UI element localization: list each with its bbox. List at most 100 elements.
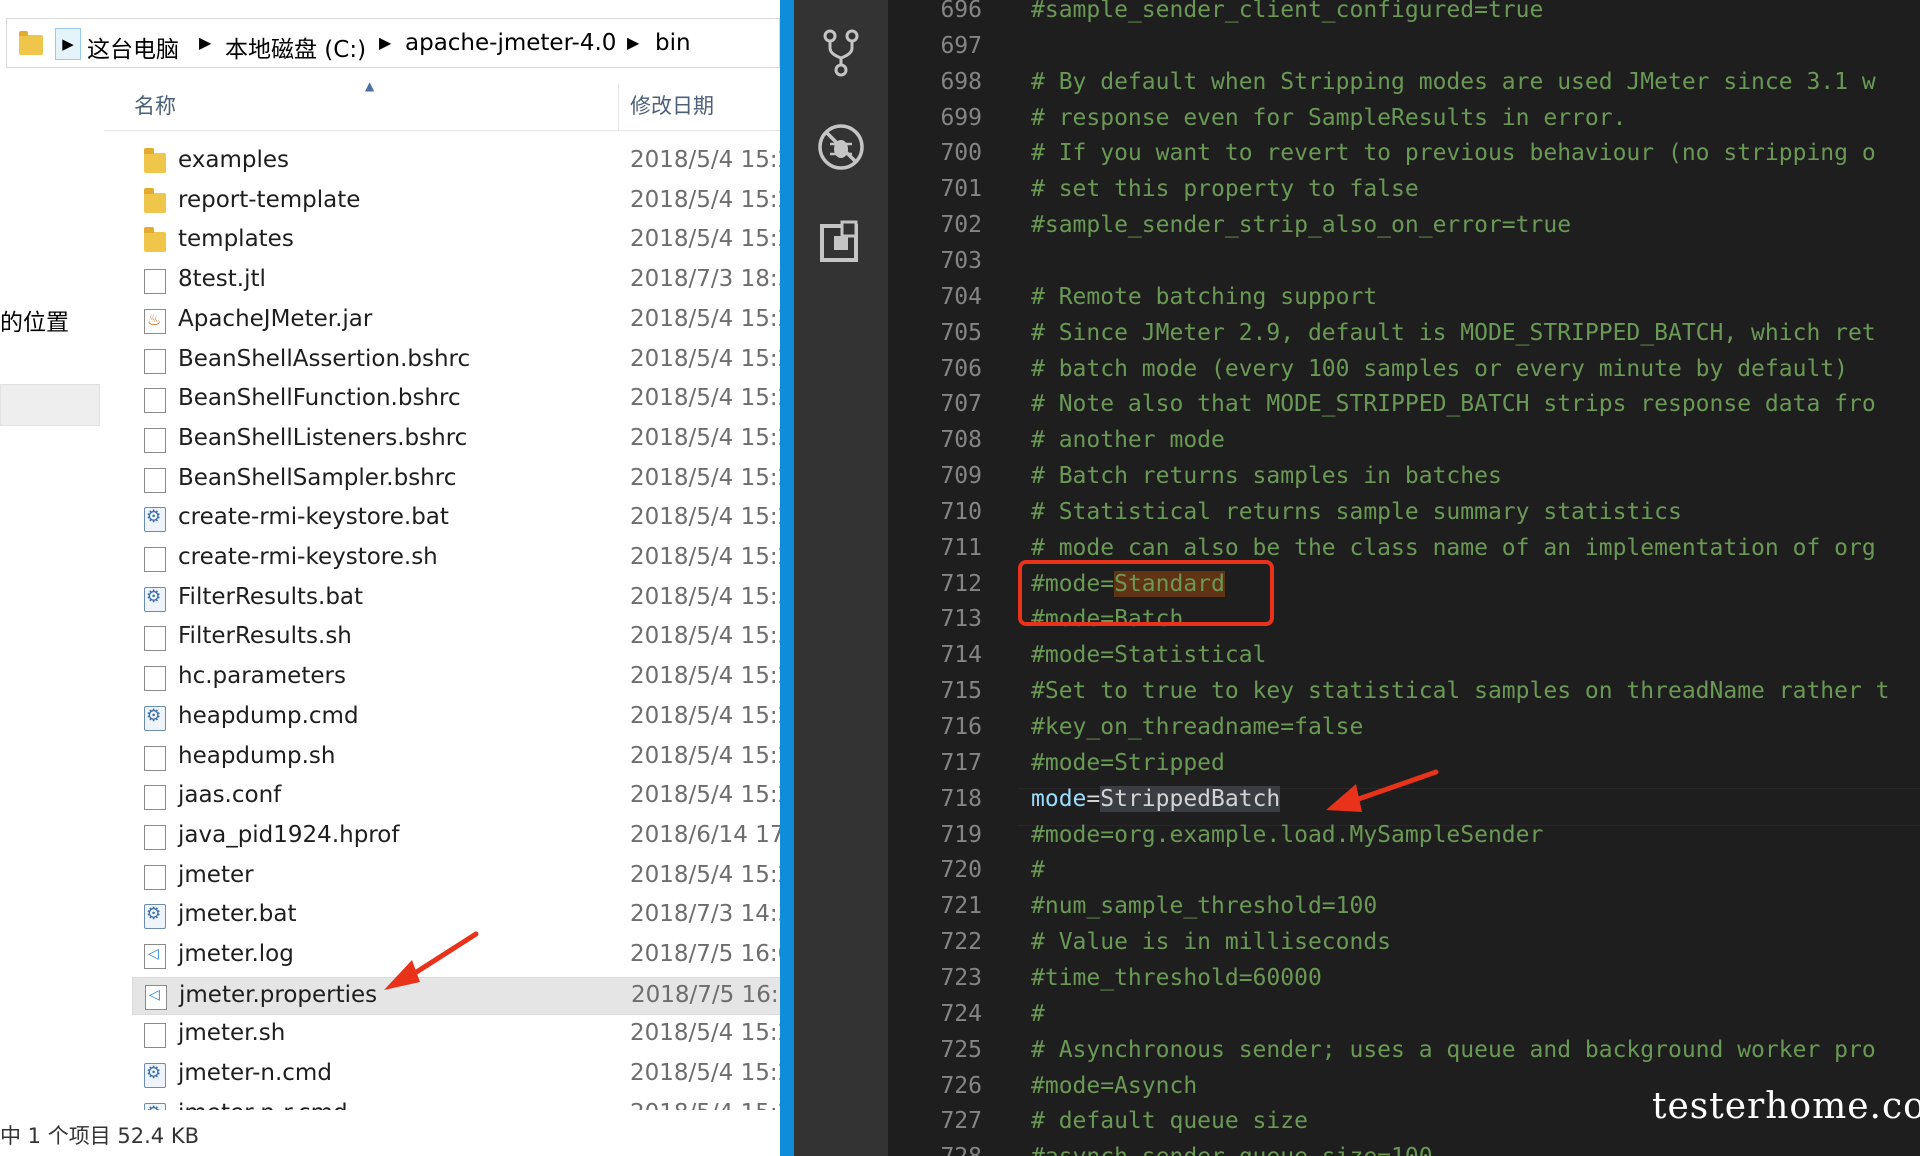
file-row[interactable]: BeanShellSampler.bshrc 2018/5/4 15:2 (132, 461, 780, 499)
file-name: heapdump.sh (178, 742, 336, 769)
code-line[interactable]: # response even for SampleResults in err… (1031, 105, 1626, 131)
code-line[interactable]: # Value is in milliseconds (1031, 929, 1391, 955)
column-header-name[interactable]: 名称 (134, 90, 176, 120)
breadcrumb-jmeter-folder[interactable]: apache-jmeter-4.0 (405, 30, 616, 56)
file-row[interactable]: examples 2018/5/4 15:2 (132, 143, 780, 181)
folder-icon (19, 31, 43, 55)
file-name: jmeter (178, 861, 254, 888)
chevron-right-icon[interactable]: ▶ (627, 33, 639, 52)
code-line[interactable]: # mode can also be the class name of an … (1031, 535, 1876, 561)
file-date-modified: 2018/5/4 15:2 (630, 1060, 780, 1087)
file-row[interactable]: templates 2018/5/4 15:2 (132, 222, 780, 260)
code-line[interactable]: #asynch.sender.queue.size=100 (1031, 1144, 1433, 1156)
code-text: # Batch returns samples in batches (1031, 463, 1502, 490)
code-line[interactable]: #mode=org.example.load.MySampleSender (1031, 822, 1543, 848)
code-line[interactable]: # Remote batching support (1031, 284, 1377, 310)
file-row[interactable]: FilterResults.sh 2018/5/4 15:5 (132, 619, 780, 657)
code-line[interactable]: # set this property to false (1031, 176, 1419, 202)
code-line[interactable]: # If you want to revert to previous beha… (1031, 140, 1876, 166)
file-name: BeanShellFunction.bshrc (178, 385, 461, 412)
code-line[interactable]: # Statistical returns sample summary sta… (1031, 499, 1682, 525)
code-line[interactable]: #mode=Stripped (1031, 750, 1225, 776)
file-date-modified: 2018/5/4 15:2 (630, 226, 780, 253)
chevron-right-icon[interactable]: ▶ (379, 33, 391, 52)
breadcrumb-local-disk[interactable]: 本地磁盘 (C:) (225, 30, 366, 64)
file-date-modified: 2018/5/4 15:2 (630, 424, 780, 451)
file-name: 8test.jtl (178, 266, 266, 293)
file-row[interactable]: java_pid1924.hprof 2018/6/14 17: (132, 818, 780, 856)
code-line[interactable]: #sample_sender_client_configured=true (1031, 0, 1543, 23)
source-control-icon[interactable] (816, 28, 866, 78)
code-line[interactable]: #sample_sender_strip_also_on_error=true (1031, 212, 1571, 238)
code-line[interactable]: # batch mode (every 100 samples or every… (1031, 356, 1848, 382)
nav-item-location[interactable]: 的位置 (0, 303, 69, 337)
extensions-icon[interactable] (816, 218, 866, 268)
code-line[interactable]: #mode=Asynch (1031, 1073, 1197, 1099)
code-line[interactable]: # Note also that MODE_STRIPPED_BATCH str… (1031, 391, 1876, 417)
code-line[interactable]: mode=StrippedBatch (1031, 785, 1281, 812)
address-bar[interactable]: ▶ 这台电脑 ▶ 本地磁盘 (C:) ▶ apache-jmeter-4.0 ▶… (6, 18, 780, 68)
file-row[interactable]: BeanShellFunction.bshrc 2018/5/4 15:2 (132, 381, 780, 419)
file-row[interactable]: jmeter-n.cmd 2018/5/4 15:2 (132, 1056, 780, 1094)
line-number: 716 (940, 714, 982, 740)
code-line[interactable]: #key_on_threadname=false (1031, 714, 1363, 740)
file-name: hc.parameters (178, 663, 346, 690)
chevron-right-icon[interactable]: ▶ (55, 28, 81, 60)
file-row[interactable]: FilterResults.bat 2018/5/4 15:5 (132, 580, 780, 618)
code-line[interactable]: # Batch returns samples in batches (1031, 463, 1502, 489)
file-date-modified: 2018/7/5 16:0 (630, 941, 780, 967)
file-date-modified: 2018/5/4 15:2 (630, 385, 780, 412)
batch-file-icon (144, 705, 166, 731)
code-text: # batch mode (every 100 samples or every… (1031, 355, 1848, 382)
file-row[interactable]: jmeter 2018/5/4 15:2 (132, 858, 780, 896)
file-name: BeanShellAssertion.bshrc (178, 345, 471, 372)
file-name: BeanShellSampler.bshrc (178, 464, 457, 491)
code-line[interactable]: # (1031, 857, 1045, 883)
file-row[interactable]: jmeter.sh 2018/5/4 15:2 (132, 1016, 780, 1054)
line-number: 719 (940, 821, 982, 848)
file-row[interactable]: BeanShellListeners.bshrc 2018/5/4 15:2 (132, 421, 780, 459)
code-line[interactable]: # default queue size (1031, 1108, 1308, 1134)
column-header-date-modified[interactable]: 修改日期 (630, 90, 714, 120)
line-number: 710 (940, 498, 982, 525)
file-row[interactable]: create-rmi-keystore.sh 2018/5/4 15:2 (132, 540, 780, 578)
line-number: 704 (940, 283, 982, 310)
file-date-modified: 2018/5/4 15:2 (630, 305, 780, 332)
file-row[interactable]: create-rmi-keystore.bat 2018/5/4 15:2 (132, 500, 780, 538)
code-text: # another mode (1031, 427, 1225, 454)
file-row[interactable]: report-template 2018/5/4 15:2 (132, 183, 780, 221)
code-line[interactable]: #time_threshold=60000 (1031, 965, 1322, 991)
file-row[interactable]: 8test.jtl 2018/7/3 18:3 (132, 262, 780, 300)
file-row[interactable]: heapdump.cmd 2018/5/4 15:2 (132, 699, 780, 737)
line-number: 723 (940, 964, 982, 991)
column-divider[interactable] (618, 84, 619, 130)
nav-item-selected[interactable] (0, 384, 100, 426)
chevron-right-icon[interactable]: ▶ (199, 33, 211, 52)
file-row[interactable]: hc.parameters 2018/5/4 15:2 (132, 659, 780, 697)
breadcrumb-bin[interactable]: bin (655, 30, 691, 56)
line-number: 713 (940, 606, 982, 633)
file-row[interactable]: heapdump.sh 2018/5/4 15:2 (132, 739, 780, 777)
code-line[interactable]: # another mode (1031, 427, 1225, 453)
code-line[interactable]: # Asynchronous sender; uses a queue and … (1031, 1037, 1876, 1063)
code-line[interactable]: #mode=Statistical (1031, 642, 1266, 668)
file-icon (144, 388, 166, 414)
file-date-modified: 2018/5/4 15:5 (630, 583, 780, 610)
file-icon (144, 547, 166, 572)
file-name: jmeter-n.cmd (178, 1060, 332, 1087)
code-line[interactable]: # (1031, 1001, 1045, 1027)
breadcrumb-this-pc[interactable]: 这台电脑 (87, 30, 179, 64)
activity-bar (794, 0, 888, 1156)
line-number: 725 (940, 1036, 982, 1063)
file-row[interactable]: ApacheJMeter.jar 2018/5/4 15:2 (132, 302, 780, 340)
code-line[interactable]: # Since JMeter 2.9, default is MODE_STRI… (1031, 320, 1876, 346)
file-row[interactable]: BeanShellAssertion.bshrc 2018/5/4 15:2 (132, 342, 780, 380)
code-text: #num_sample_threshold=100 (1031, 893, 1378, 920)
code-line[interactable]: #num_sample_threshold=100 (1031, 893, 1377, 919)
file-row[interactable]: jaas.conf 2018/5/4 15:2 (132, 778, 780, 816)
debug-icon[interactable] (816, 122, 866, 172)
code-line[interactable]: #Set to true to key statistical samples … (1031, 678, 1890, 704)
code-line[interactable]: # By default when Stripping modes are us… (1031, 69, 1876, 95)
code-text: # Value is in milliseconds (1031, 929, 1392, 956)
line-number: 698 (940, 68, 982, 95)
